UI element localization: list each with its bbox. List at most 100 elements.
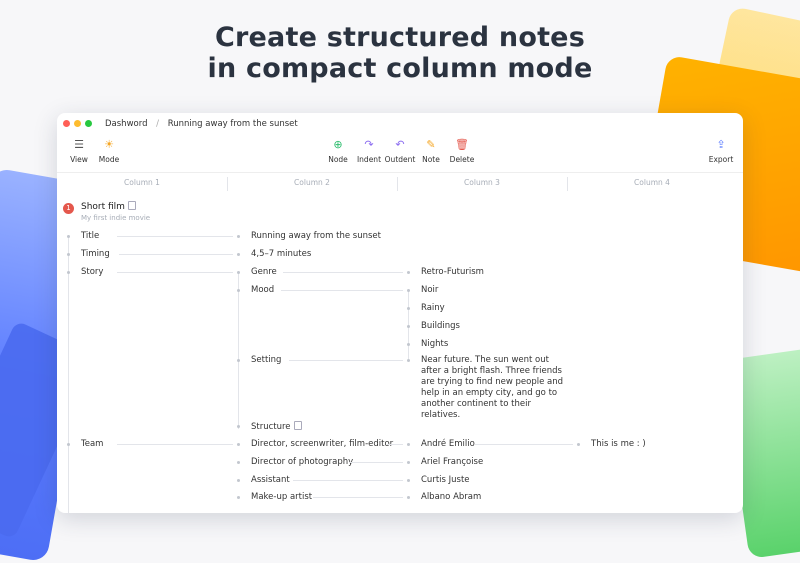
node-assistant[interactable]: Assistant	[251, 475, 290, 485]
window-maximize-button[interactable]	[85, 120, 92, 127]
note-attachment-icon[interactable]	[127, 201, 136, 210]
breadcrumb-current: Running away from the sunset	[167, 119, 298, 129]
node-genre[interactable]: Genre	[251, 267, 277, 277]
node-bullet	[237, 443, 240, 446]
trash-icon: 🗑	[455, 138, 469, 151]
node-setting-value[interactable]: Near future. The sun went out after a br…	[421, 355, 571, 421]
marketing-headline: Create structured notes in compact colum…	[0, 22, 800, 84]
node-mood-rainy[interactable]: Rainy	[421, 303, 445, 313]
node-bullet	[407, 461, 410, 464]
node-makeup-name[interactable]: Albano Abram	[421, 492, 481, 502]
indent-label: Indent	[356, 155, 382, 164]
connector-line	[119, 254, 233, 255]
mode-label: Mode	[98, 155, 120, 164]
column-header-row: Column 1 Column 2 Column 3 Column 4	[57, 172, 743, 193]
node-timing-value[interactable]: 4,5–7 minutes	[251, 249, 311, 259]
mood-children-guide	[408, 289, 409, 359]
connector-line	[117, 236, 233, 237]
connector-line	[475, 444, 573, 445]
node-bullet	[237, 271, 240, 274]
node-bullet	[407, 271, 410, 274]
node-bullet	[237, 289, 240, 292]
column-1-guide	[68, 235, 69, 513]
export-icon: ⇪	[716, 138, 726, 151]
connector-line	[313, 497, 403, 498]
toolbar: ☰ View ☀ Mode ⊕ Node ↷ Indent ↶ Outdent …	[57, 137, 743, 171]
node-bullet	[577, 443, 580, 446]
node-title-value[interactable]: Running away from the sunset	[251, 231, 381, 241]
window-minimize-button[interactable]	[74, 120, 81, 127]
connector-line	[117, 272, 233, 273]
node-bullet	[407, 325, 410, 328]
headline-line-2: in compact column mode	[207, 53, 593, 84]
node-bullet	[237, 496, 240, 499]
connector-line	[281, 290, 403, 291]
node-bullet	[67, 253, 70, 256]
breadcrumb-home[interactable]: Dashword	[105, 119, 147, 129]
node-mood-buildings[interactable]: Buildings	[421, 321, 460, 331]
node-dop[interactable]: Director of photography	[251, 457, 353, 467]
node-dop-name[interactable]: Ariel Françoise	[421, 457, 483, 467]
node-label: Node	[328, 155, 348, 164]
node-bullet	[407, 479, 410, 482]
window-close-button[interactable]	[63, 120, 70, 127]
node-bullet	[237, 359, 240, 362]
node-bullet	[237, 253, 240, 256]
sun-icon: ☀	[104, 138, 114, 151]
mode-button[interactable]: ☀ Mode	[89, 137, 129, 164]
breadcrumb-separator: /	[156, 119, 160, 129]
title-bar: Dashword / Running away from the sunset	[57, 113, 743, 135]
connector-line	[117, 444, 233, 445]
node-bullet	[407, 343, 410, 346]
delete-button[interactable]: 🗑 Delete	[442, 137, 482, 164]
node-bullet	[407, 496, 410, 499]
root-node-title[interactable]: Short film	[81, 201, 136, 212]
root-node-subtitle: My first indie movie	[81, 214, 151, 222]
note-attachment-icon[interactable]	[293, 421, 302, 430]
connector-line	[293, 480, 403, 481]
node-team[interactable]: Team	[81, 439, 103, 449]
node-bullet	[67, 443, 70, 446]
node-bullet	[237, 425, 240, 428]
node-mood-nights[interactable]: Nights	[421, 339, 448, 349]
node-bullet	[407, 289, 410, 292]
node-bullet	[237, 461, 240, 464]
delete-label: Delete	[449, 155, 475, 164]
node-director-note[interactable]: This is me : )	[591, 439, 646, 449]
node-mood-noir[interactable]: Noir	[421, 285, 438, 295]
node-director[interactable]: Director, screenwriter, film-editor	[251, 439, 393, 449]
connector-line	[387, 444, 403, 445]
node-structure[interactable]: Structure	[251, 421, 302, 432]
column-4-header[interactable]: Column 4	[567, 178, 737, 187]
export-button[interactable]: ⇪ Export	[701, 137, 741, 164]
breadcrumb: Dashword / Running away from the sunset	[105, 119, 304, 129]
note-label: Note	[422, 155, 440, 164]
node-structure-text: Structure	[251, 422, 291, 432]
root-node-badge: 1	[63, 203, 74, 214]
node-timing[interactable]: Timing	[81, 249, 110, 259]
node-title[interactable]: Title	[81, 231, 99, 241]
connector-line	[283, 272, 403, 273]
node-story[interactable]: Story	[81, 267, 103, 277]
connector-line	[349, 462, 403, 463]
node-director-name[interactable]: André Emilio	[421, 439, 475, 449]
node-mood[interactable]: Mood	[251, 285, 274, 295]
node-bullet	[237, 479, 240, 482]
connector-line	[289, 360, 403, 361]
column-2-header[interactable]: Column 2	[227, 178, 397, 187]
node-bullet	[407, 359, 410, 362]
node-bullet	[67, 235, 70, 238]
node-genre-value[interactable]: Retro-Futurism	[421, 267, 484, 277]
node-makeup[interactable]: Make-up artist	[251, 492, 312, 502]
node-bullet	[67, 271, 70, 274]
column-3-header[interactable]: Column 3	[397, 178, 567, 187]
headline-line-1: Create structured notes	[215, 22, 585, 53]
export-label: Export	[708, 155, 734, 164]
story-children-guide	[238, 271, 239, 429]
node-setting[interactable]: Setting	[251, 355, 281, 365]
node-bullet	[407, 307, 410, 310]
column-1-header[interactable]: Column 1	[57, 178, 227, 187]
node-assistant-name[interactable]: Curtis Juste	[421, 475, 470, 485]
view-label: View	[70, 155, 88, 164]
app-window: Dashword / Running away from the sunset …	[57, 113, 743, 513]
